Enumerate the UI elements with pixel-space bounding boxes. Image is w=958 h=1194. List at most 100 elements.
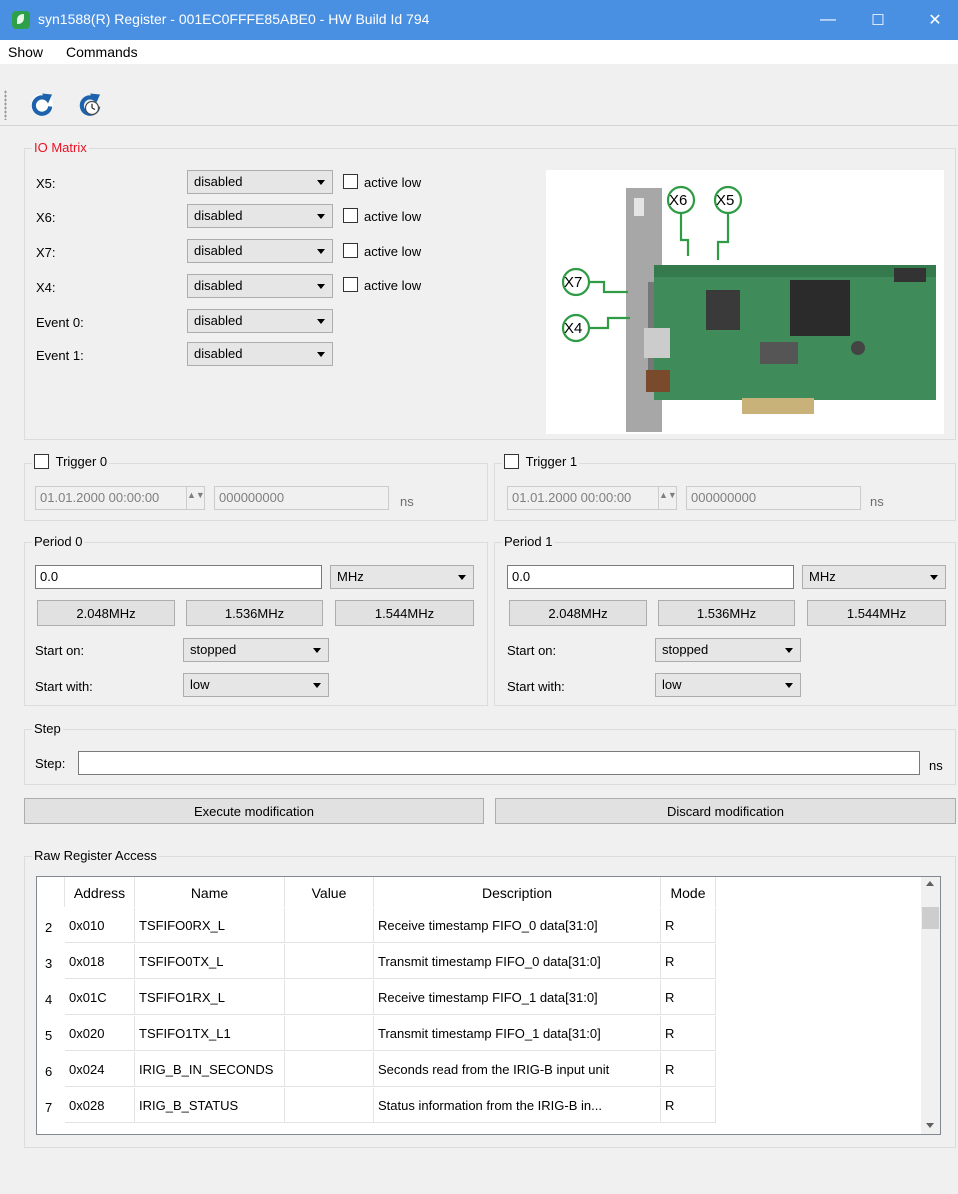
x7-select[interactable]: disabled [187,239,333,263]
discard-modification-button[interactable]: Discard modification [495,798,956,824]
callout-x5: X5 [716,192,735,209]
io-matrix-title: IO Matrix [32,140,89,155]
column-header-name[interactable]: Name [135,877,285,907]
trigger0-datetime-value: 01.01.2000 00:00:00 [40,490,160,505]
x7-active-low-checkbox[interactable] [343,243,358,258]
scroll-down-arrow-icon[interactable] [926,1123,934,1128]
x4-active-low-checkbox[interactable] [343,277,358,292]
table-row[interactable]: 4 0x01C TSFIFO1RX_L Receive timestamp FI… [37,980,716,1015]
period0-preset-1536[interactable]: 1.536MHz [186,600,323,626]
close-button[interactable]: ✕ [912,0,958,40]
table-row[interactable]: 3 0x018 TSFIFO0TX_L Transmit timestamp F… [37,944,716,979]
toolbar-grip[interactable] [4,90,7,120]
period0-value-input[interactable]: 0.0 [35,565,322,589]
x5-active-low-checkbox[interactable] [343,174,358,189]
period1-start-on-label: Start on: [507,643,557,658]
table-row[interactable]: 2 0x010 TSFIFO0RX_L Receive timestamp FI… [37,908,716,943]
trigger1-datetime[interactable]: 01.01.2000 00:00:00 ▲▼ [507,486,677,510]
table-vertical-scrollbar[interactable] [921,877,940,1134]
column-header-mode[interactable]: Mode [661,877,716,907]
period0-start-with-label: Start with: [35,679,93,694]
x5-active-low-label: active low [364,175,422,190]
cell-name: IRIG_B_IN_SECONDS [135,1052,285,1087]
x6-label: X6: [36,210,56,225]
x6-active-low-checkbox[interactable] [343,208,358,223]
trigger1-ns-unit: ns [870,494,884,509]
table-row[interactable]: 7 0x028 IRIG_B_STATUS Status information… [37,1088,716,1123]
cell-description: Receive timestamp FIFO_0 data[31:0] [374,908,661,943]
minimize-button[interactable]: — [805,0,851,40]
cell-description: Status information from the IRIG-B in... [374,1088,661,1123]
table-row[interactable]: 6 0x024 IRIG_B_IN_SECONDS Seconds read f… [37,1052,716,1087]
row-number: 6 [37,1052,65,1087]
table-row[interactable]: 5 0x020 TSFIFO1TX_L1 Transmit timestamp … [37,1016,716,1051]
x6-select[interactable]: disabled [187,204,333,228]
row-number: 2 [37,908,65,943]
cell-mode: R [661,1016,716,1051]
cell-value[interactable] [285,908,374,943]
cell-value[interactable] [285,1052,374,1087]
cell-description: Transmit timestamp FIFO_1 data[31:0] [374,1016,661,1051]
trigger0-ns-field[interactable]: 000000000 [214,486,389,510]
x4-select[interactable]: disabled [187,274,333,298]
menu-commands[interactable]: Commands [66,44,138,60]
x7-select-value: disabled [194,243,243,258]
x4-active-low-label: active low [364,278,422,293]
period1-preset-1544[interactable]: 1.544MHz [807,600,946,626]
period0-title: Period 0 [32,534,85,549]
x5-select[interactable]: disabled [187,170,333,194]
period0-preset-1544[interactable]: 1.544MHz [335,600,474,626]
cell-description: Receive timestamp FIFO_1 data[31:0] [374,980,661,1015]
period1-title: Period 1 [502,534,555,549]
period0-unit-select[interactable]: MHz [330,565,474,589]
period1-start-with-select[interactable]: low [655,673,801,697]
cell-value[interactable] [285,980,374,1015]
register-table[interactable]: Address Name Value Description Mode 2 0x… [36,876,941,1135]
refresh-icon[interactable] [28,91,56,119]
cell-address: 0x028 [65,1088,135,1123]
period0-start-on-label: Start on: [35,643,85,658]
cell-value[interactable] [285,1016,374,1051]
maximize-button[interactable]: ☐ [855,0,901,40]
execute-modification-button[interactable]: Execute modification [24,798,484,824]
cell-mode: R [661,944,716,979]
trigger0-datetime[interactable]: 01.01.2000 00:00:00 ▲▼ [35,486,205,510]
step-input[interactable] [78,751,920,775]
event1-select[interactable]: disabled [187,342,333,366]
period1-start-on-select[interactable]: stopped [655,638,801,662]
pcie-card-image: X6 X5 X7 X4 [546,170,944,434]
cell-description: Transmit timestamp FIFO_0 data[31:0] [374,944,661,979]
column-header-value[interactable]: Value [285,877,374,907]
scrollbar-thumb[interactable] [922,907,939,929]
row-number: 5 [37,1016,65,1051]
period1-preset-1536[interactable]: 1.536MHz [658,600,795,626]
trigger1-ns-field[interactable]: 000000000 [686,486,861,510]
period1-unit-select[interactable]: MHz [802,565,946,589]
window-title: syn1588(R) Register - 001EC0FFFE85ABE0 -… [38,11,430,27]
dropdown-arrow-icon [317,249,325,254]
menu-show[interactable]: Show [8,44,43,60]
event0-label: Event 0: [36,315,84,330]
trigger0-checkbox[interactable] [34,454,49,469]
event1-select-value: disabled [194,346,243,361]
cell-value[interactable] [285,944,374,979]
spin-updown-icon[interactable]: ▲▼ [658,487,677,509]
cell-value[interactable] [285,1088,374,1123]
scroll-up-arrow-icon[interactable] [926,881,934,886]
trigger1-datetime-value: 01.01.2000 00:00:00 [512,490,632,505]
period1-preset-2048[interactable]: 2.048MHz [509,600,647,626]
event0-select[interactable]: disabled [187,309,333,333]
cell-mode: R [661,1088,716,1123]
trigger0-ns-unit: ns [400,494,414,509]
spin-updown-icon[interactable]: ▲▼ [186,487,205,509]
cell-name: TSFIFO0RX_L [135,908,285,943]
period0-preset-2048[interactable]: 2.048MHz [37,600,175,626]
column-header-address[interactable]: Address [65,877,135,907]
auto-refresh-icon[interactable] [76,91,104,119]
period0-start-with-select[interactable]: low [183,673,329,697]
column-header-description[interactable]: Description [374,877,661,907]
period1-value-input[interactable]: 0.0 [507,565,794,589]
cell-mode: R [661,908,716,943]
trigger1-checkbox[interactable] [504,454,519,469]
period0-start-on-select[interactable]: stopped [183,638,329,662]
